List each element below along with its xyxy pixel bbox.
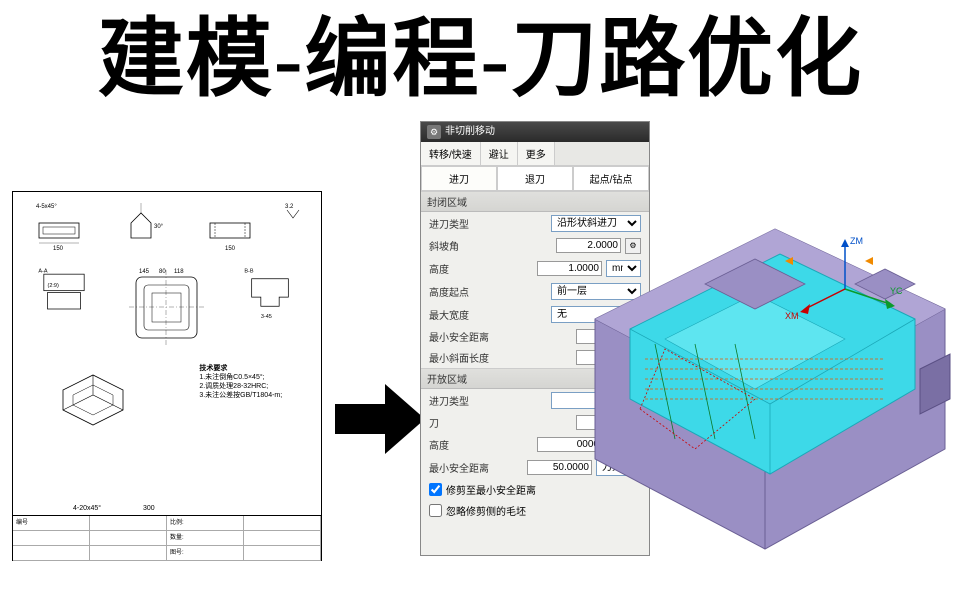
bp-view-5: B-B 3-45 xyxy=(240,265,300,320)
bp-view-2: 30° xyxy=(116,198,176,253)
bp-annotation: 3.2 xyxy=(285,198,303,255)
main-title: 建模-编程-刀路优化 xyxy=(0,0,961,109)
label-min-safe: 最小安全距离 xyxy=(429,329,572,344)
dialog-titlebar[interactable]: ⚙ 非切削移动 xyxy=(421,122,649,142)
svg-text:A-A: A-A xyxy=(38,268,48,274)
check-trim-safe[interactable] xyxy=(429,483,442,496)
tab-transfer[interactable]: 转移/快速 xyxy=(421,142,481,165)
bp-tech-notes: 技术要求 1.未注倒角C0.5×45°; 2.调质处理28-32HRC; 3.未… xyxy=(195,360,286,404)
dialog-tabs-row2: 进刀 退刀 起点/钻点 xyxy=(421,166,649,191)
svg-text:150: 150 xyxy=(53,246,64,252)
blueprint-drawing: 4-5x45° 150 30° 150 3.2 A-A (2:9) 145 80 118… xyxy=(12,191,322,561)
svg-text:118: 118 xyxy=(174,269,184,275)
svg-text:ZM: ZM xyxy=(850,236,863,246)
label-min-ramp-len: 最小斜面长度 xyxy=(429,350,572,365)
bp-view-main: 145 80 118 xyxy=(124,265,209,350)
label-tool: 刀 xyxy=(429,415,572,430)
svg-text:B-B: B-B xyxy=(244,268,254,274)
bp-titleblock: 编号 比例: 数量: 图号: xyxy=(13,515,321,560)
content-area: 4-5x45° 150 30° 150 3.2 A-A (2:9) 145 80 118… xyxy=(0,109,961,559)
label-max-width: 最大宽度 xyxy=(429,307,547,322)
svg-text:4-5x45°: 4-5x45° xyxy=(36,204,57,210)
svg-text:YC: YC xyxy=(890,286,903,296)
tab-start[interactable]: 起点/钻点 xyxy=(573,166,649,191)
svg-text:3.2: 3.2 xyxy=(285,204,294,210)
bp-view-1: 4-5x45° 150 xyxy=(31,198,91,253)
gear-icon: ⚙ xyxy=(427,125,441,139)
svg-text:3-45: 3-45 xyxy=(261,314,272,320)
bp-view-3: 150 xyxy=(200,198,260,253)
svg-text:30°: 30° xyxy=(154,224,164,230)
tab-avoid[interactable]: 避让 xyxy=(481,142,518,165)
dialog-title-text: 非切削移动 xyxy=(445,122,495,142)
tab-engage[interactable]: 进刀 xyxy=(421,166,497,191)
tab-retract[interactable]: 退刀 xyxy=(497,166,573,191)
label-height-from: 高度起点 xyxy=(429,284,547,299)
label-height: 高度 xyxy=(429,261,533,276)
tab-more[interactable]: 更多 xyxy=(518,142,555,165)
svg-text:XM: XM xyxy=(785,311,799,321)
3d-model-view[interactable]: ZM YC XM xyxy=(555,189,955,559)
svg-text:150: 150 xyxy=(225,246,236,252)
label-height2: 高度 xyxy=(429,437,533,452)
dialog-tabs-row1: 转移/快速 避让 更多 xyxy=(421,142,649,166)
arrow-icon xyxy=(335,379,425,459)
label-check-ignore: 忽略修剪侧的毛坯 xyxy=(446,503,526,518)
label-engage-type2: 进刀类型 xyxy=(429,393,547,408)
label-ramp-angle: 斜坡角 xyxy=(429,238,552,253)
label-check-trim: 修剪至最小安全距离 xyxy=(446,482,536,497)
bp-view-4: A-A (2:9) xyxy=(34,265,94,320)
svg-text:145: 145 xyxy=(139,269,150,275)
svg-text:(2:9): (2:9) xyxy=(48,283,59,289)
label-min-safe2: 最小安全距离 xyxy=(429,460,523,475)
check-ignore-blank[interactable] xyxy=(429,504,442,517)
bp-view-iso xyxy=(48,360,138,440)
label-engage-type: 进刀类型 xyxy=(429,216,547,231)
svg-text:80: 80 xyxy=(159,269,166,275)
